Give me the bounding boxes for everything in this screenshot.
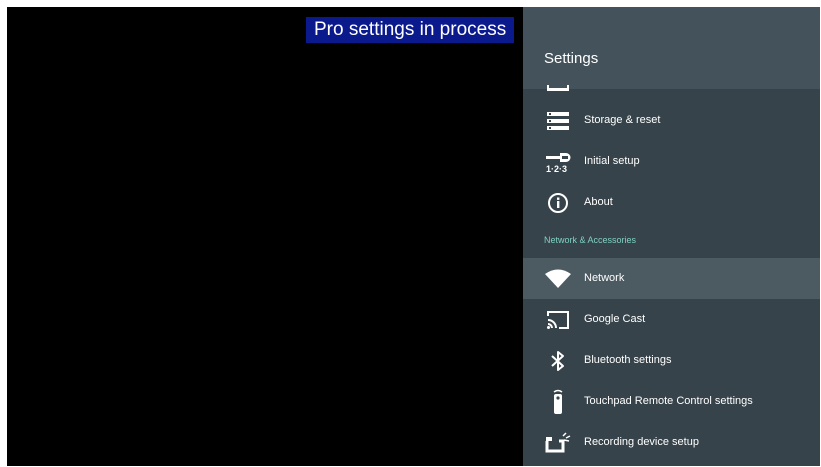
remote-icon [544,389,572,415]
menu-item-label: Recording device setup [584,436,699,448]
menu-item-label: Storage & reset [584,114,661,126]
panel-title: Settings [544,50,599,67]
menu-item-bluetooth[interactable]: Bluetooth settings [523,340,820,381]
bluetooth-icon [544,348,572,374]
menu-item-recording-device[interactable]: Recording device setup [523,422,820,463]
menu-item-label: Bluetooth settings [584,354,672,366]
partially-visible-icon [547,85,569,91]
initial-setup-icon: 1·2·3 [544,149,572,175]
menu-item-label: Touchpad Remote Control settings [584,395,753,407]
menu-item-initial-setup[interactable]: 1·2·3 Initial setup [523,141,820,182]
panel-header: Settings [523,7,820,89]
status-banner: Pro settings in process [306,17,515,43]
menu-item-label: Initial setup [584,155,640,167]
settings-panel: Settings Storage & reset 1·2·3 Initial s… [523,7,820,466]
svg-text:1·2·3: 1·2·3 [546,164,567,174]
menu-item-about[interactable]: About [523,182,820,223]
menu-item-touchpad-remote[interactable]: Touchpad Remote Control settings [523,381,820,422]
tv-screen: Pro settings in process Settings Storage… [7,7,820,466]
section-header: Network & Accessories [544,235,637,245]
recording-device-icon [544,430,572,456]
menu-item-google-cast[interactable]: Google Cast [523,299,820,340]
menu-item-label: Network [584,272,625,284]
storage-icon [544,108,572,134]
info-icon [544,190,572,216]
menu-item-label: About [584,196,613,208]
menu-item-storage-reset[interactable]: Storage & reset [523,100,820,141]
cast-icon [544,307,572,333]
menu-item-label: Google Cast [584,313,646,325]
wifi-icon [544,266,572,292]
menu-item-network[interactable]: Network [523,258,820,299]
